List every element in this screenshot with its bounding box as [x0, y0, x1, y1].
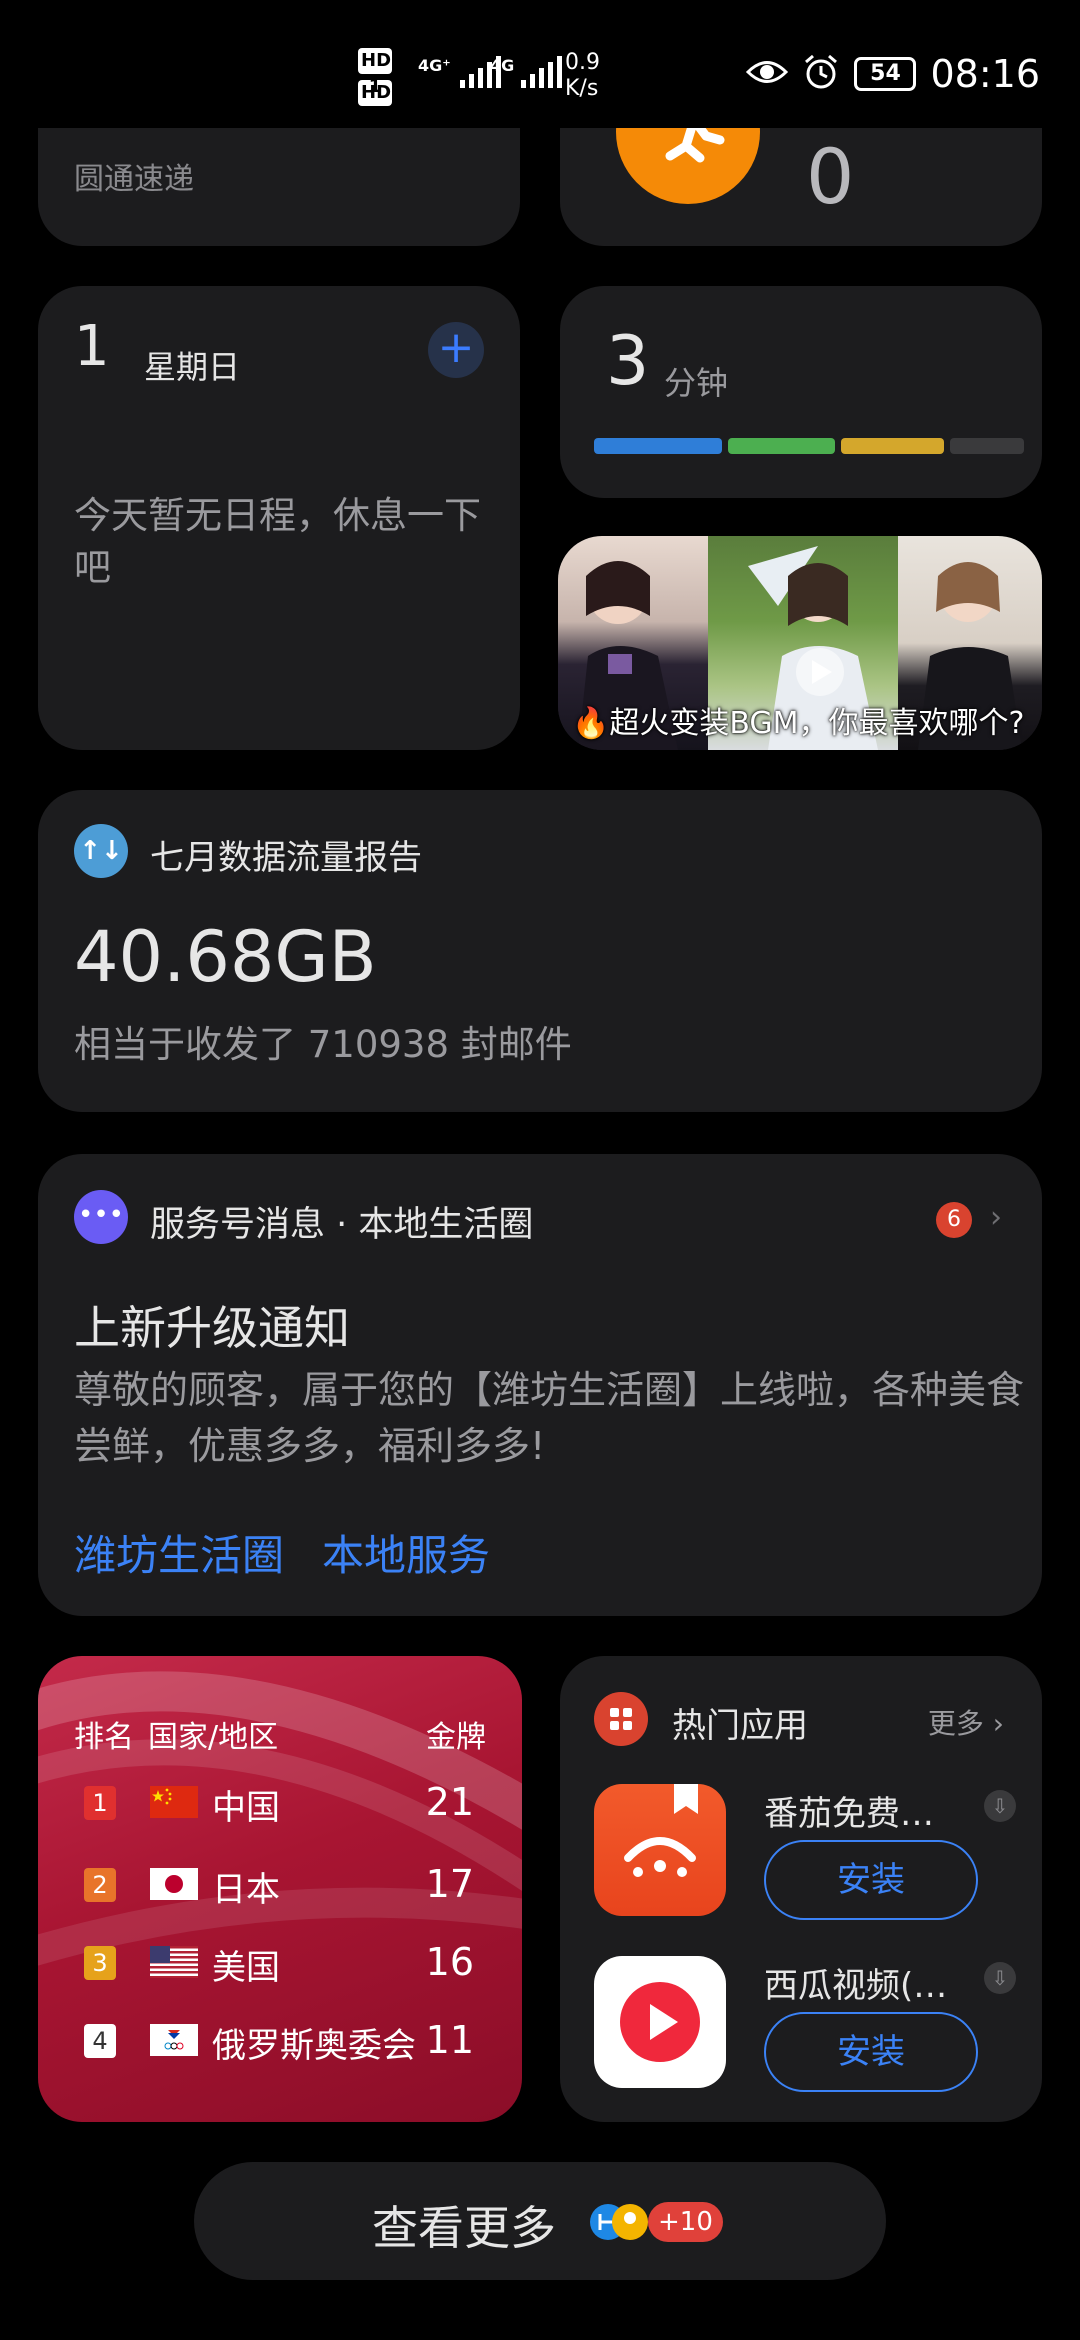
step-count: 0	[806, 132, 855, 221]
status-bar: HD 1 HD 2 4G⁺ 4G 0.9 K/s	[0, 0, 1080, 129]
signal-icon-2: 4G	[490, 56, 567, 90]
more-label: 更多	[927, 1707, 984, 1740]
add-event-button[interactable]: +	[428, 322, 484, 378]
app-name: 西瓜视频(…	[764, 1966, 948, 2006]
rank-badge: 1	[84, 1786, 116, 1820]
hot-apps-card[interactable]: 热门应用 更多 › 番茄免费… ⇩ 安装 西瓜视频(… ⇩ 安装	[560, 1656, 1042, 2122]
screen-time-value: 3	[606, 322, 650, 401]
roc-flag-icon	[150, 2024, 198, 2056]
medal-row: 3 美国 16	[38, 1934, 522, 1994]
medal-header-country: 国家/地区	[148, 1720, 279, 1755]
network-type-1: 4G⁺	[418, 56, 451, 75]
service-heading: 上新升级通知	[74, 1301, 350, 1355]
usage-bar	[594, 438, 1024, 454]
speed-unit: K/s	[565, 76, 599, 101]
more-link[interactable]: 更多 ›	[928, 1702, 1004, 1742]
gold-count: 21	[425, 1780, 474, 1824]
medal-row: 1 中国 21	[38, 1774, 522, 1834]
screen: HD 1 HD 2 4G⁺ 4G 0.9 K/s	[0, 0, 1080, 2340]
link-local-service[interactable]: 本地服务	[322, 1522, 490, 1583]
calendar-weekday: 星期日	[144, 348, 241, 386]
medal-header-gold: 金牌	[426, 1720, 486, 1755]
alarm-icon	[802, 53, 840, 95]
more-count-badge: +10	[648, 2202, 723, 2242]
screen-time-unit: 分钟	[664, 364, 729, 402]
country-name: 日本	[212, 1870, 280, 1910]
data-amount: 40.68GB	[74, 916, 377, 998]
country-name: 中国	[212, 1788, 280, 1828]
calendar-day: 1	[74, 314, 110, 379]
clock: 08:16	[930, 52, 1040, 96]
tomato-novel-icon	[594, 1784, 726, 1916]
service-links: 潍坊生活圈 本地服务	[74, 1522, 490, 1583]
see-more-button[interactable]: 查看更多 +10	[194, 2162, 886, 2280]
video-caption: 🔥超火变装BGM，你最喜欢哪个?	[572, 706, 1025, 741]
medal-header-rank: 排名	[74, 1720, 134, 1755]
data-equivalent: 相当于收发了 710938 封邮件	[74, 1023, 572, 1066]
rank-badge: 3	[84, 1946, 116, 1980]
country-name: 美国	[212, 1948, 280, 1988]
install-button[interactable]: 安装	[764, 1840, 978, 1920]
medal-row: 4 俄罗斯奥委会 11	[38, 2012, 522, 2072]
network-speed: 0.9 K/s	[565, 50, 600, 102]
sim-indicators: HD 1 HD 2	[358, 48, 394, 129]
data-report-title: 七月数据流量报告	[150, 838, 422, 878]
app-name: 番茄免费…	[764, 1794, 934, 1834]
battery-indicator: 54	[854, 57, 917, 91]
app-item[interactable]: 番茄免费… ⇩ 安装	[594, 1784, 1024, 1924]
service-body: 尊敬的顾客，属于您的【潍坊生活圈】上线啦，各种美食尝鲜，优惠多多，福利多多!	[74, 1368, 1025, 1468]
gold-count: 17	[425, 1862, 474, 1906]
china-flag-icon	[150, 1786, 198, 1818]
status-right: 54 08:16	[746, 52, 1040, 96]
service-message-card[interactable]: ••• 服务号消息 · 本地生活圈 6 › 上新升级通知 尊敬的顾客，属于您的【…	[38, 1154, 1042, 1616]
usage-segment	[841, 438, 944, 454]
screen-time-card[interactable]: 3 分钟	[560, 286, 1042, 498]
usage-segment	[594, 438, 722, 454]
message-icon: •••	[74, 1190, 128, 1244]
xigua-video-icon	[594, 1956, 726, 2088]
express-company: 圆通速递	[74, 162, 194, 197]
sim2-label: HD 2	[358, 80, 392, 129]
medal-table-card[interactable]: 排名 国家/地区 金牌 1 中国 21 2 日本 17 3 美国 16 4 俄罗…	[38, 1656, 522, 2122]
apps-grid-icon	[594, 1692, 648, 1746]
eye-comfort-icon	[746, 57, 789, 91]
usage-segment	[728, 438, 835, 454]
rank-badge: 4	[84, 2024, 116, 2058]
medal-row: 2 日本 17	[38, 1856, 522, 1916]
speed-value: 0.9	[565, 50, 600, 75]
hot-apps-title: 热门应用	[672, 1706, 808, 1746]
link-weifang-life[interactable]: 潍坊生活圈	[74, 1522, 284, 1583]
rank-badge: 2	[84, 1868, 116, 1902]
sim1-label: HD 1	[358, 48, 392, 97]
usage-segment	[950, 438, 1024, 454]
data-usage-icon: ↑↓	[74, 824, 128, 878]
gold-count: 16	[425, 1940, 474, 1984]
usa-flag-icon	[150, 1946, 198, 1978]
japan-flag-icon	[150, 1868, 198, 1900]
see-more-label: 查看更多	[372, 2201, 556, 2255]
app-item[interactable]: 西瓜视频(… ⇩ 安装	[594, 1956, 1024, 2096]
network-type-2: 4G	[490, 56, 515, 75]
data-report-card[interactable]: ↑↓ 七月数据流量报告 40.68GB 相当于收发了 710938 封邮件	[38, 790, 1042, 1112]
calendar-message: 今天暂无日程，休息一下吧	[74, 494, 481, 589]
install-button[interactable]: 安装	[764, 2012, 978, 2092]
unread-badge: 6	[936, 1202, 972, 1238]
country-name: 俄罗斯奥委会	[212, 2026, 416, 2066]
calendar-card[interactable]: 1 星期日 + 今天暂无日程，休息一下吧	[38, 286, 520, 750]
download-icon: ⇩	[984, 1962, 1016, 1994]
chevron-right-icon[interactable]: ›	[990, 1200, 1002, 1235]
video-card[interactable]: 🔥超火变装BGM，你最喜欢哪个?	[558, 536, 1042, 750]
gold-count: 11	[425, 2018, 474, 2062]
download-icon: ⇩	[984, 1790, 1016, 1822]
service-title: 服务号消息 · 本地生活圈	[150, 1205, 534, 1245]
